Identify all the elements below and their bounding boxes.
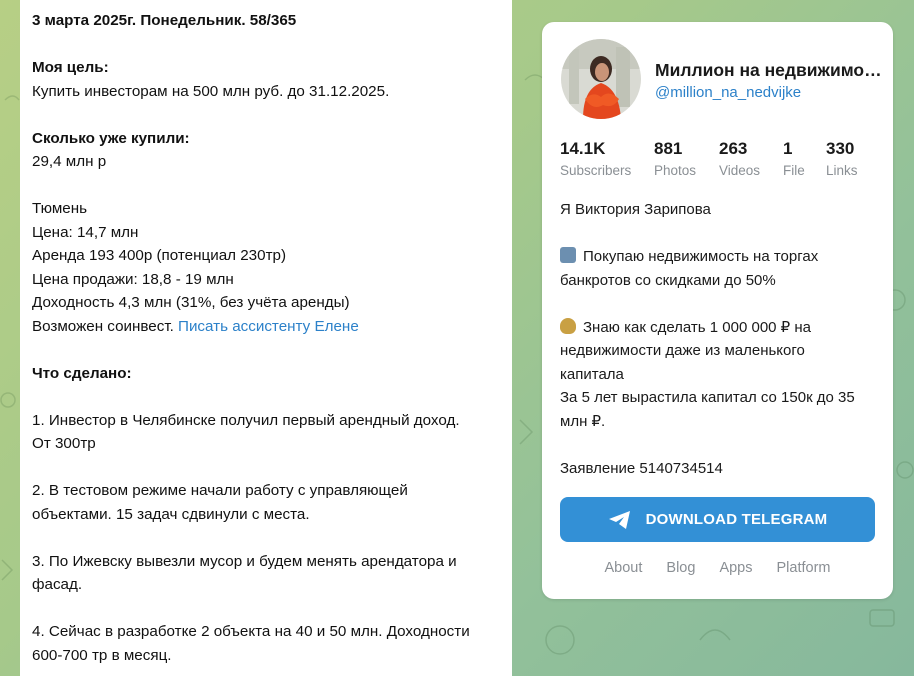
desc-buy-line-2: банкротов со скидками до 50% (560, 271, 776, 289)
done-item-2-line-1: 2. В тестовом режиме начали работу с упр… (32, 482, 408, 499)
desc-know-text: Знаю как сделать 1 000 000 ₽ на (583, 318, 812, 336)
assistant-link[interactable]: Писать ассистенту Елене (178, 318, 359, 335)
done-item-2-line-2: объектами. 15 задач сдвинули с места. (32, 505, 310, 523)
bought-value: 29,4 млн р (32, 153, 107, 170)
stat-num: 263 (719, 139, 748, 158)
done-title: Что сделано: (32, 364, 132, 382)
channel-info-card: Миллион на недвижимо… @million_na_nedvij… (542, 22, 893, 599)
download-telegram-label: DOWNLOAD TELEGRAM (645, 511, 828, 528)
yield: Доходность 4,3 млн (31%, без учёта аренд… (32, 294, 350, 311)
sale-price: Цена продажи: 18,8 - 19 млн (32, 270, 234, 288)
stat-label: Videos (719, 163, 761, 178)
stat-num: 1 (783, 139, 793, 158)
footer-link-blog[interactable]: Blog (666, 560, 695, 576)
stat-label: File (783, 163, 805, 178)
channel-stats: 14.1K Subscribers 881 Photos 263 Videos … (560, 138, 876, 182)
coinvest-prefix: Возможен соинвест. (32, 317, 179, 335)
desc-know-line-2: недвижимости даже из маленького (560, 342, 805, 359)
desc-grew-line-2: млн ₽. (560, 412, 606, 430)
stat-photos[interactable]: 881 Photos (654, 138, 719, 182)
desc-know-line-3: капитала (560, 365, 624, 383)
desc-buy-line-1: Покупаю недвижимость на торгах (560, 245, 880, 269)
stat-links[interactable]: 330 Links (826, 138, 876, 182)
channel-avatar[interactable] (561, 39, 641, 119)
desc-grew-line-1: За 5 лет вырастила капитал со 150к до 35 (560, 389, 855, 406)
desc-buy-text: Покупаю недвижимость на торгах (583, 248, 819, 265)
stat-label: Photos (654, 163, 697, 178)
goal-text: Купить инвесторам на 500 млн руб. до 31.… (32, 82, 390, 100)
stat-label: Links (826, 163, 858, 178)
download-telegram-button[interactable]: DOWNLOAD TELEGRAM (560, 497, 875, 542)
rent: Аренда 193 400р (потенциал 230тр) (32, 247, 287, 264)
done-item-4-line-1: 4. Сейчас в разработке 2 объекта на 40 и… (32, 623, 470, 640)
footer-links: About Blog Apps Platform (542, 560, 893, 576)
done-item-1-line-1: 1. Инвестор в Челябинске получил первый … (32, 411, 460, 429)
stat-subscribers: 14.1K Subscribers (560, 138, 654, 182)
stat-num: 881 (654, 139, 683, 158)
goal-title: Моя цель: (32, 59, 109, 76)
channel-title: Миллион на недвижимо… (655, 60, 882, 80)
post-header: 3 марта 2025г. Понедельник. 58/365 (32, 12, 297, 29)
footer-link-about[interactable]: About (605, 560, 643, 576)
done-item-3-line-2: фасад. (32, 576, 83, 593)
desc-know-line-1: Знаю как сделать 1 000 000 ₽ на (560, 316, 880, 340)
channel-description: Я Виктория Зарипова Покупаю недвижимость… (560, 198, 880, 480)
channel-handle[interactable]: @million_na_nedvijke (655, 84, 801, 101)
desc-name: Я Виктория Зарипова (560, 201, 711, 218)
footer-link-apps[interactable]: Apps (719, 560, 752, 576)
stat-file[interactable]: 1 File (783, 138, 826, 182)
city: Тюмень (32, 200, 88, 217)
done-item-4-line-2: 600-700 тр в месяц. (32, 646, 172, 664)
done-item-1-line-2: От 300тр (32, 435, 96, 452)
done-item-3-line-1: 3. По Ижевску вывезли мусор и будем меня… (32, 552, 457, 570)
building-emoji-icon (560, 247, 576, 263)
bought-title: Сколько уже купили: (32, 129, 190, 147)
money-bag-emoji-icon (560, 317, 576, 334)
stat-label: Subscribers (560, 163, 632, 178)
footer-link-platform[interactable]: Platform (777, 560, 831, 576)
telegram-plane-icon (608, 510, 630, 529)
desc-statement: Заявление 5140734514 (560, 459, 723, 477)
message-post: 3 марта 2025г. Понедельник. 58/365 Моя ц… (20, 0, 512, 676)
coinvest-line: Возможен соинвест. Писать ассистенту Еле… (32, 315, 500, 339)
stat-videos[interactable]: 263 Videos (719, 138, 783, 182)
stat-num: 330 (826, 139, 855, 158)
stat-num: 14.1K (560, 139, 606, 158)
price: Цена: 14,7 млн (32, 223, 139, 241)
